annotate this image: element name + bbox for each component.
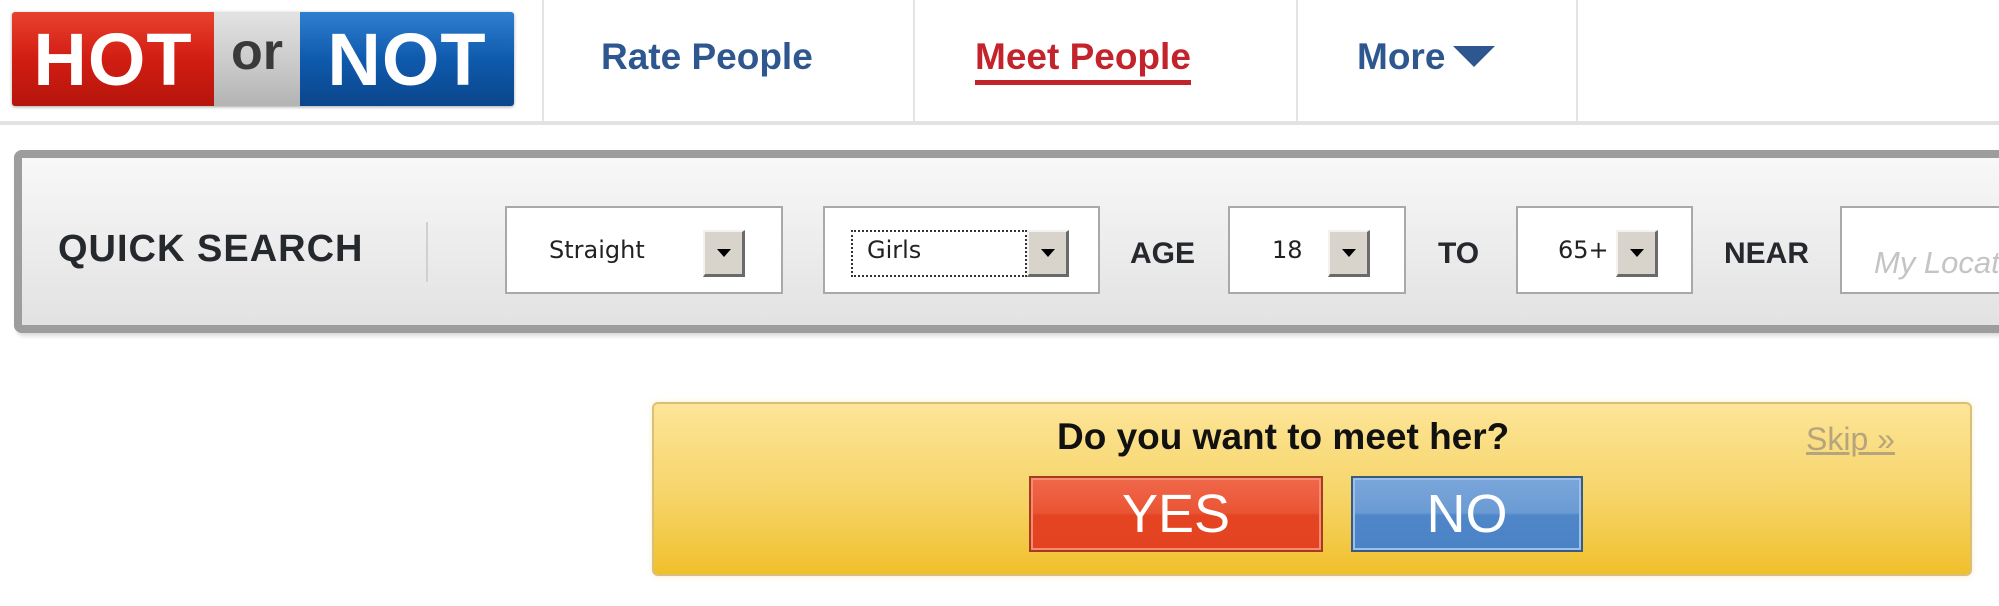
quick-search-title: QUICK SEARCH — [58, 228, 364, 270]
dropdown-arrow-icon[interactable] — [1328, 230, 1370, 277]
nav-divider — [913, 0, 915, 121]
gender-select[interactable]: Girls — [823, 206, 1100, 294]
meet-question: Do you want to meet her? — [1057, 416, 1510, 457]
age-from-select[interactable]: 18 — [1228, 206, 1406, 294]
age-label: AGE — [1130, 237, 1196, 270]
site-header: HOT or NOT Rate People Meet People More — [0, 0, 1999, 125]
nav-divider — [1576, 0, 1578, 121]
orientation-value: Straight — [549, 236, 645, 264]
logo-hot: HOT — [12, 12, 214, 106]
nav-more[interactable]: More — [1357, 36, 1496, 78]
age-to-select[interactable]: 65+ — [1516, 206, 1693, 294]
dropdown-arrow-icon[interactable] — [1616, 230, 1658, 277]
age-to-value: 65+ — [1558, 236, 1609, 264]
nav-divider — [1296, 0, 1298, 121]
orientation-select[interactable]: Straight — [505, 206, 783, 294]
dropdown-arrow-icon[interactable] — [703, 230, 745, 277]
yes-button[interactable]: YES — [1029, 476, 1323, 552]
no-button[interactable]: NO — [1351, 476, 1583, 552]
nav-divider — [542, 0, 544, 121]
nav-rate-people[interactable]: Rate People — [601, 36, 813, 78]
nav-meet-people[interactable]: Meet People — [975, 36, 1191, 85]
location-input[interactable] — [1840, 206, 1999, 294]
hot-or-not-logo[interactable]: HOT or NOT — [12, 12, 514, 106]
to-label: TO — [1438, 237, 1480, 270]
dropdown-arrow-icon[interactable] — [1027, 230, 1069, 277]
caret-down-icon — [1453, 45, 1496, 67]
near-label: NEAR — [1724, 237, 1810, 270]
age-from-value: 18 — [1272, 236, 1303, 264]
quick-search-divider — [426, 222, 428, 282]
logo-not: NOT — [300, 12, 514, 106]
logo-or: or — [214, 12, 300, 106]
gender-value: Girls — [867, 236, 922, 264]
nav-more-label: More — [1357, 36, 1446, 77]
skip-link[interactable]: Skip » — [1806, 421, 1895, 458]
